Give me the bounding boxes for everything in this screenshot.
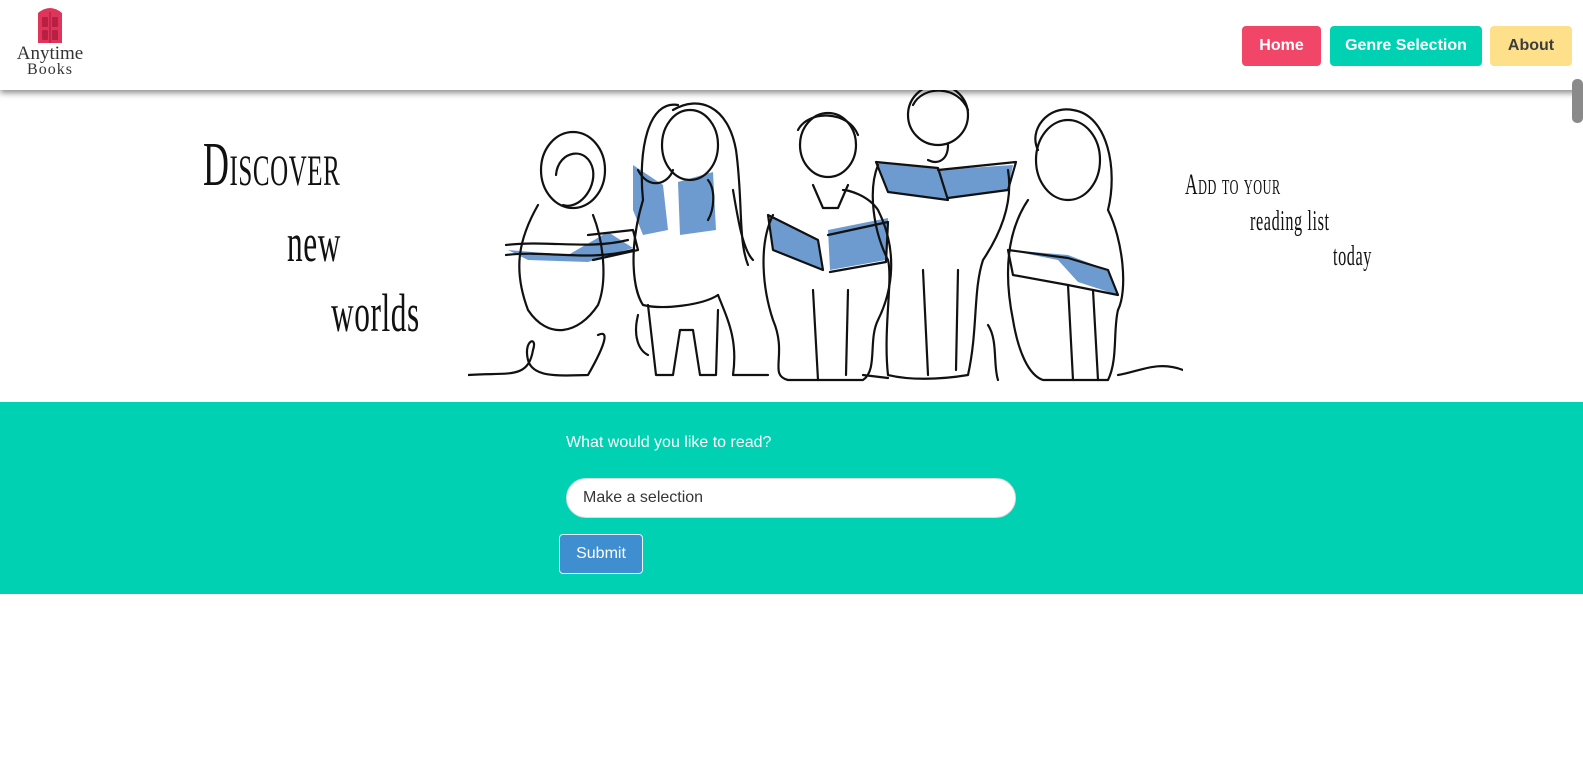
hero-tagline-line3: today [1333, 241, 1372, 272]
genre-search-section: What would you like to read? Submit [0, 402, 1583, 594]
hero-word-discover: Discover [203, 131, 341, 199]
hero-banner: Discover new worlds Add to your reading … [0, 90, 1583, 402]
genre-selection-button[interactable]: Genre Selection [1330, 26, 1482, 66]
hero-tagline-line1: Add to your [1185, 168, 1281, 201]
door-icon [38, 8, 62, 43]
genre-selection-input[interactable] [566, 478, 1016, 518]
readers-illustration [468, 90, 1183, 382]
about-button[interactable]: About [1490, 26, 1572, 66]
navbar: Anytime Books Home Genre Selection About [0, 0, 1583, 90]
hero-word-worlds: worlds [331, 283, 420, 343]
genre-question-label: What would you like to read? [566, 434, 772, 451]
hero-word-new: new [287, 213, 341, 273]
brand-logo[interactable]: Anytime Books [10, 6, 90, 84]
scrollbar-thumb[interactable] [1572, 79, 1583, 123]
brand-name: Anytime [16, 43, 84, 64]
brand-subname: Books [27, 61, 73, 78]
home-button[interactable]: Home [1242, 26, 1321, 66]
hero-tagline-line2: reading list [1250, 206, 1330, 237]
submit-button[interactable]: Submit [559, 534, 643, 574]
